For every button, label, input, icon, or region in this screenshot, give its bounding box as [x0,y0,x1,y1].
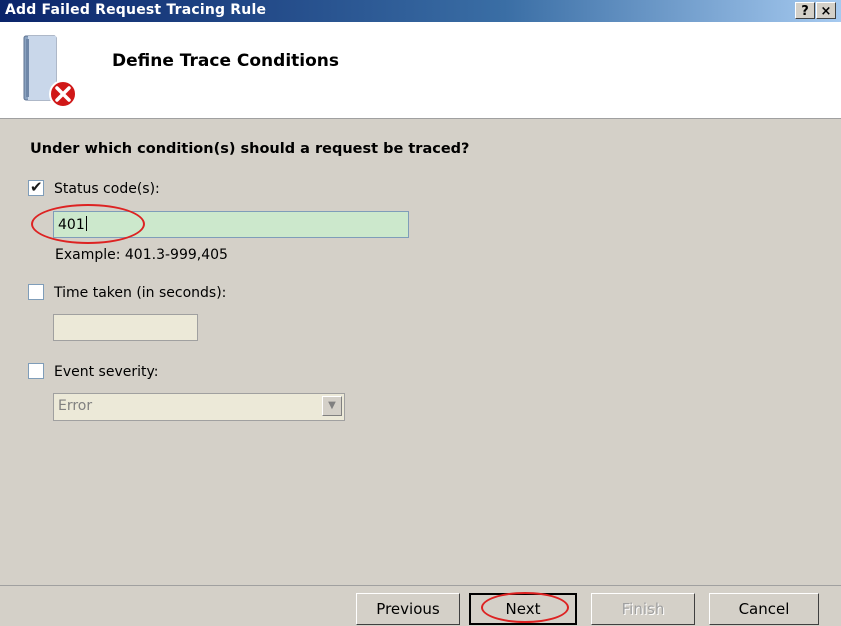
finish-button[interactable]: Finish [591,593,695,625]
status-code-checkbox[interactable]: ✔ [28,178,44,196]
cancel-button[interactable]: Cancel [709,593,819,625]
next-button[interactable]: Next [469,593,577,625]
chevron-down-icon[interactable]: ▼ [322,396,342,416]
status-code-label: Status code(s): [54,181,160,197]
document-error-icon [23,35,77,108]
wizard-footer: Previous Next Finish Cancel [0,585,841,626]
window-title: Add Failed Request Tracing Rule [5,2,267,18]
status-code-input[interactable]: 401 [53,211,409,238]
wizard-header: Define Trace Conditions [0,22,841,119]
close-button[interactable]: × [816,2,836,19]
status-code-value: 401 [58,217,85,233]
event-severity-select[interactable]: Error ▼ [53,393,345,421]
help-button[interactable]: ? [795,2,815,19]
time-taken-checkbox[interactable] [28,284,44,300]
time-taken-input[interactable] [53,314,198,341]
status-code-example: Example: 401.3-999,405 [55,247,228,263]
time-taken-label: Time taken (in seconds): [54,285,227,301]
conditions-question: Under which condition(s) should a reques… [30,141,470,157]
previous-button[interactable]: Previous [356,593,460,625]
event-severity-label: Event severity: [54,364,159,380]
event-severity-checkbox[interactable] [28,363,44,379]
event-severity-value: Error [58,398,93,414]
checkmark-icon: ✔ [30,178,43,196]
conditions-panel: Under which condition(s) should a reques… [0,119,841,585]
page-heading: Define Trace Conditions [112,51,340,71]
title-bar: Add Failed Request Tracing Rule ? × [0,0,841,22]
